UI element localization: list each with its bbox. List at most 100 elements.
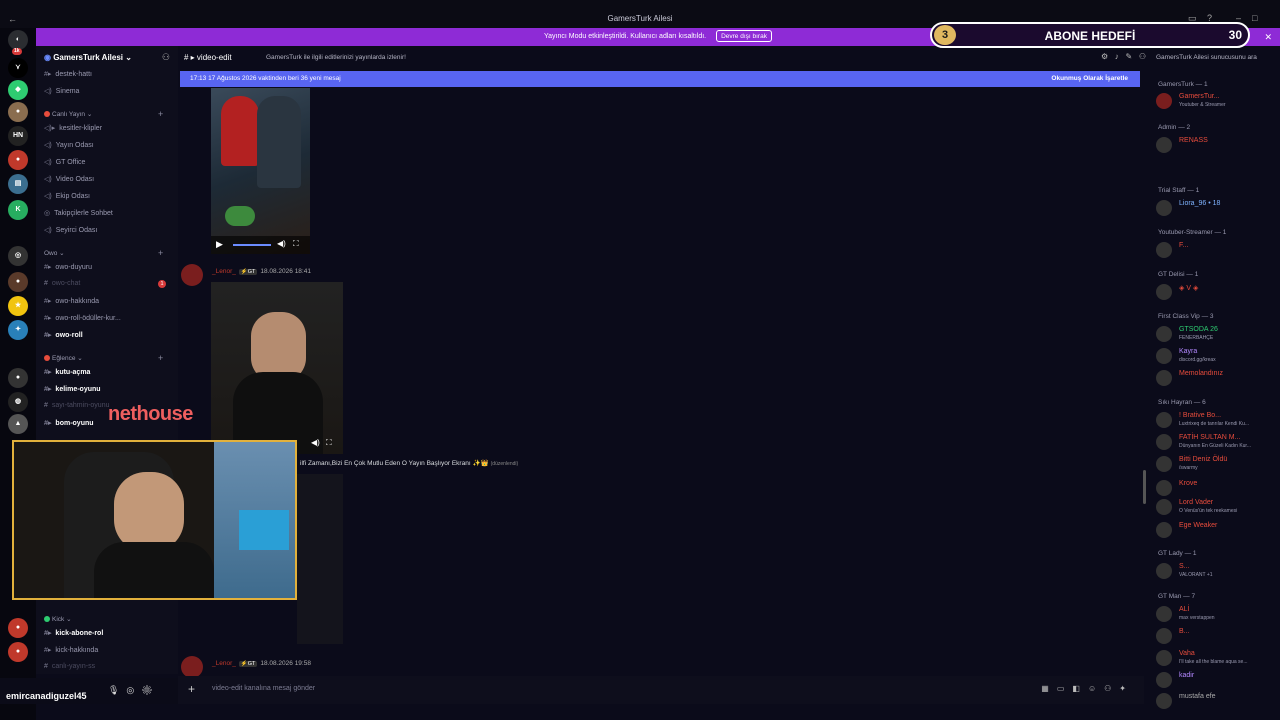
member-item[interactable]: kadir [1156,671,1278,689]
channel-item[interactable]: #▸ owo-duyuru [44,263,92,271]
disable-streamer-mode-button[interactable]: Devre dışı bırak [716,30,772,42]
category-header[interactable]: Eğlence ⌄ + [44,353,163,363]
member-item[interactable]: GamersTur... Youtuber & Streamer [1156,92,1278,110]
channel-item[interactable]: ◁)▸ kesitler-klipler [44,124,102,132]
goal-end: 30 [1228,28,1242,42]
fullscreen-icon[interactable]: ⛶ [326,438,332,448]
channel-item[interactable]: # canlı-yayın-ss [44,663,95,670]
member-item[interactable]: ! Brative Bo... Luxtrixeq de tanrılar Ken… [1156,411,1278,429]
member-item[interactable]: mustafa efe [1156,692,1278,710]
fullscreen-icon[interactable]: ⛶ [293,239,299,249]
channel-item[interactable]: ◁) GT Office [44,158,85,166]
channel-item[interactable]: ◁) Sinema [44,87,79,95]
server-icon[interactable]: ▲ [8,414,28,434]
banner-text: Yayıncı Modu etkinleştirildi. Kullanıcı … [544,33,707,40]
add-attachment-icon[interactable]: + [188,682,195,696]
member-item[interactable]: Vaha I'll take all the blame aqua se... [1156,649,1278,667]
channel-item[interactable]: #▸ destek-hattı [44,70,92,78]
channel-item[interactable]: ◁) Yayın Odası [44,141,94,149]
member-item[interactable]: Liora_96 • 18 [1156,199,1278,217]
channel-item[interactable]: ◎ Takipçilerle Sohbet [44,209,113,217]
video-embed[interactable]: ◀) ⛶ [211,282,343,454]
member-item[interactable]: B... [1156,627,1278,645]
server-icon[interactable]: ● [8,618,28,638]
channel-item[interactable]: #▸ owo-roll [44,331,83,339]
server-name[interactable]: ◉ GamersTurk Ailesi ⌄ [44,53,132,62]
close-icon[interactable]: ✕ [1264,28,1272,46]
member-item[interactable]: S... VALORANT +1 [1156,562,1278,580]
member-item[interactable]: Kayra discord.gg/kreax [1156,347,1278,365]
mark-as-read-button[interactable]: Okunmuş Olarak İşaretle [1051,71,1128,87]
member-item[interactable]: ◈ V ◈ [1156,283,1278,301]
role-header: Sıkı Hayran — 6 [1158,399,1206,406]
server-icon[interactable]: ✦ [8,320,28,340]
channel-item[interactable]: #▸ kutu-açma [44,368,90,376]
current-username[interactable]: emircanadiguzel45 [6,691,87,701]
server-icon[interactable]: ◎ [8,246,28,266]
member-item[interactable]: Ege Weaker [1156,521,1278,539]
member-item[interactable]: RENASS [1156,136,1278,154]
channel-item[interactable]: #▸ kelime-oyunu [44,385,101,393]
role-header: First Class Vip — 3 [1158,313,1214,320]
category-header[interactable]: Canlı Yayın ⌄ + [44,109,163,119]
video-embed[interactable]: ▶ ◀) ⛶ [211,88,310,254]
server-icon[interactable]: ● [8,272,28,292]
member-item[interactable]: Lord Vader O Venüs'ün tek reekamesi [1156,498,1278,516]
attachment-preview[interactable] [297,474,343,644]
server-icon[interactable]: ⋎ [8,58,28,78]
message-author[interactable]: _Lenor_ ⚡GT 18.08.2026 19:58 [212,660,311,667]
member-item[interactable]: FATİH SULTAN M... Dünyanın En Güzeli Kadı… [1156,433,1278,451]
composer-tool-icons[interactable]: ▦▭◧☺⚇✦ [1041,684,1134,693]
goal-label: ABONE HEDEFİ [1044,29,1136,43]
server-icon[interactable]: ▤ [8,174,28,194]
channel-topic[interactable]: GamersTurk ile ilgili editlerinizi yayın… [266,54,406,61]
member-item[interactable]: Bitti Deniz Öldü/swarmy [1156,455,1278,473]
member-item[interactable]: F... [1156,241,1278,259]
channel-item[interactable]: # sayı-tahmin-oyunu [44,402,110,409]
play-icon[interactable]: ▶ [216,239,223,250]
server-icon[interactable]: ● [8,150,28,170]
server-icon[interactable]: HN [8,126,28,146]
header-icons[interactable]: ⚙ ♪ ✎ ⚇ [1101,52,1146,61]
channel-item[interactable]: #▸ owo-roll-ödüller-kur... [44,314,121,322]
progress-bar[interactable] [233,244,271,246]
server-icon[interactable]: K [8,200,28,220]
new-messages-bar[interactable]: 17:13 17 Ağustos 2026 vaktinden beri 36 … [180,71,1140,87]
channel-item[interactable]: #▸ bom-oyunu [44,419,94,427]
batman-figure [257,96,301,188]
category-header[interactable]: Kick ⌄ [44,615,72,623]
role-header: Trial Staff — 1 [1158,187,1200,194]
avatar[interactable] [181,264,203,286]
server-icon[interactable]: ★ [8,296,28,316]
member-item[interactable]: Krove [1156,479,1278,497]
search-input[interactable]: GamersTurk Ailesi sunucusunu ara [1150,51,1278,65]
user-control-icons[interactable]: 🎙◎⚙ [108,685,160,696]
maximize-icon[interactable]: □ [1252,13,1257,23]
member-item[interactable]: GTSODA 26 FENERBAHÇE [1156,325,1278,343]
member-item[interactable]: Memolandınız [1156,369,1278,387]
member-item[interactable]: ALİ max verstappen [1156,605,1278,623]
scrollbar[interactable] [1143,470,1146,504]
server-icon[interactable]: ◐ 1k [8,30,28,55]
channel-item[interactable]: #▸ kick-hakkında [44,646,98,654]
channel-item[interactable]: #▸ kick-abone-rol [44,629,103,637]
channel-item[interactable]: ◁) Seyirci Odası [44,226,97,234]
server-icon[interactable]: ● [8,368,28,388]
add-member-icon[interactable]: ⚇ [162,52,170,63]
volume-icon[interactable]: ◀) [277,239,286,248]
volume-icon[interactable]: ◀) [311,438,320,447]
message-text: ilfi Zamanı,Bizi En Çok Mutlu Eden O Yay… [300,460,519,467]
message-input[interactable]: video-edit kanalına mesaj gönder [212,685,315,692]
video-controls: ▶ ◀) ⛶ [211,236,310,254]
server-icon[interactable]: ◍ [8,392,28,412]
category-header[interactable]: Owo ⌄ + [44,248,163,258]
server-icon[interactable]: ● [8,642,28,662]
server-icon[interactable]: ◆ [8,80,28,100]
channel-item[interactable]: # owo-chat [44,280,80,287]
channel-item[interactable]: #▸ owo-hakkında [44,297,99,305]
avatar[interactable] [181,656,203,678]
server-icon[interactable]: ● [8,102,28,122]
channel-item[interactable]: ◁) Video Odası [44,175,94,183]
message-author[interactable]: _Lenor_ ⚡GT 18.08.2026 18:41 [212,268,311,275]
channel-item[interactable]: ◁) Ekip Odası [44,192,90,200]
